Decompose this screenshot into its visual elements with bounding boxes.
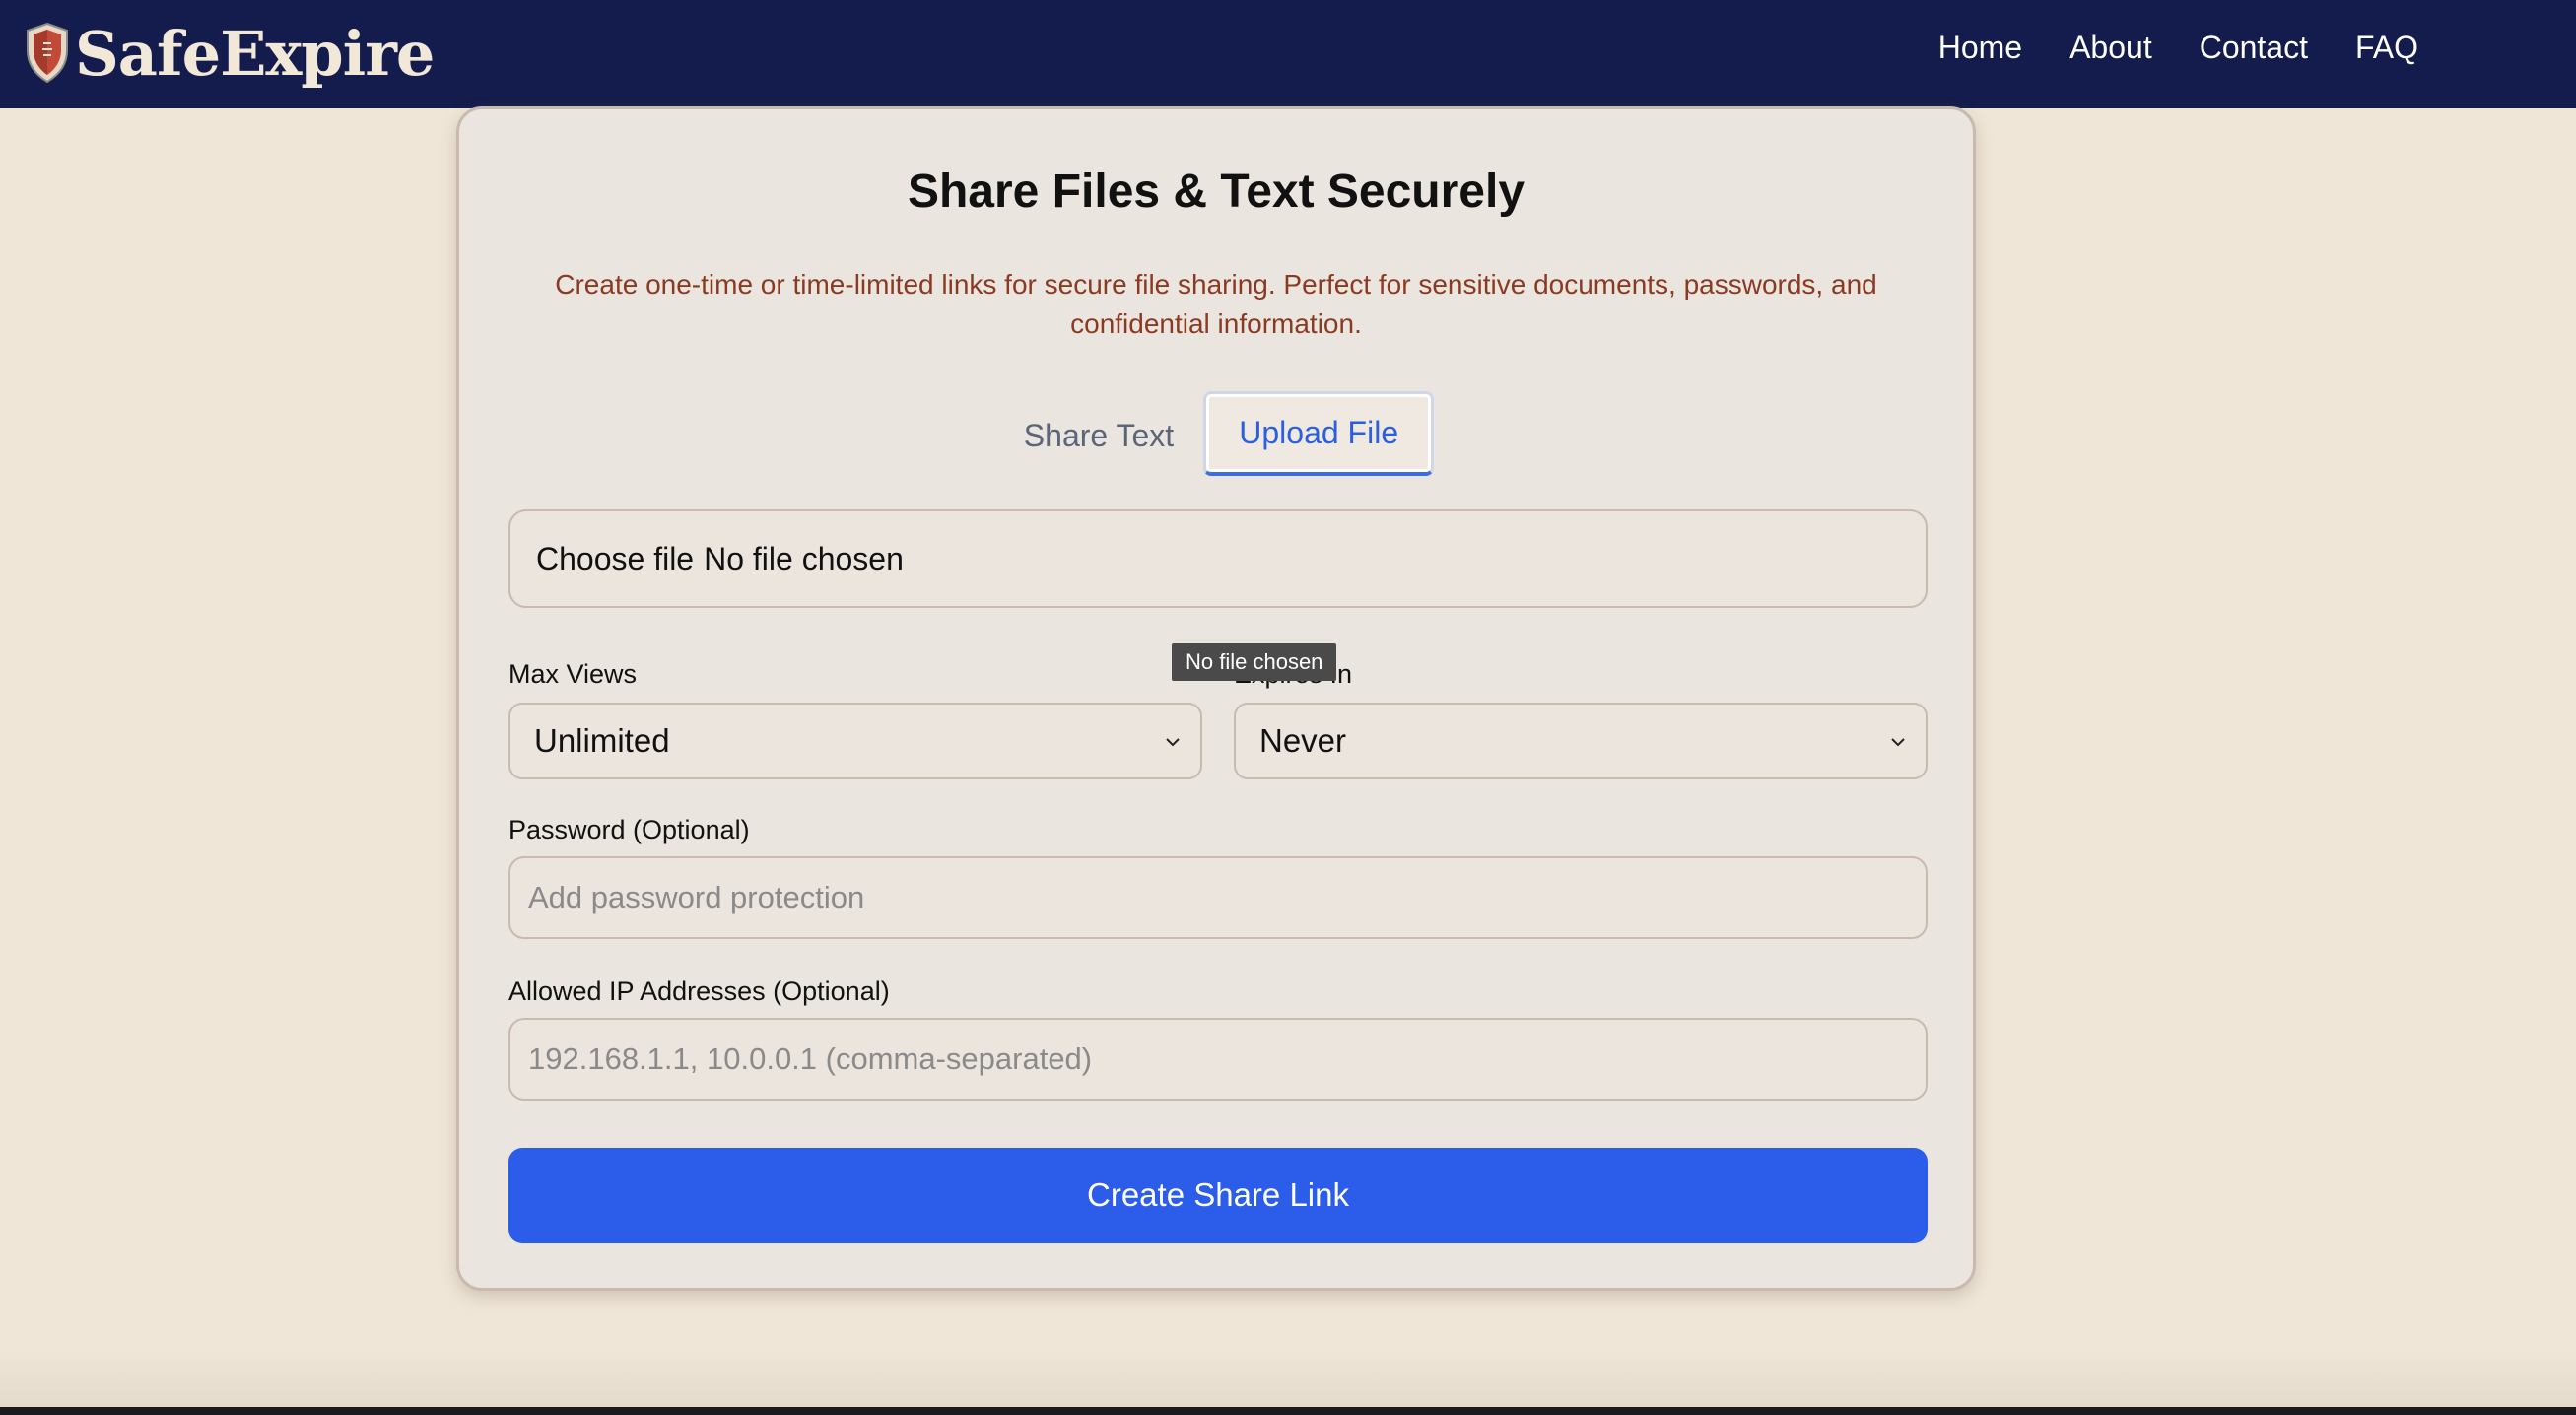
brand-name: SafeExpire bbox=[75, 17, 435, 90]
file-input[interactable]: Choose file No file chosen bbox=[508, 509, 1928, 608]
chevron-down-icon bbox=[1166, 738, 1180, 747]
card-title: Share Files & Text Securely bbox=[907, 166, 1525, 218]
max-views-label: Max Views bbox=[508, 659, 638, 689]
nav-link-contact[interactable]: Contact bbox=[2200, 30, 2308, 66]
nav-link-about[interactable]: About bbox=[2069, 30, 2152, 66]
password-label: Password (Optional) bbox=[508, 815, 750, 844]
max-views-value: Unlimited bbox=[534, 722, 670, 759]
file-tooltip: No file chosen bbox=[1172, 643, 1337, 681]
nav-links: Home About Contact FAQ bbox=[1938, 0, 2418, 95]
max-views-select[interactable]: Unlimited bbox=[508, 703, 1202, 779]
allowed-ips-input[interactable] bbox=[508, 1018, 1928, 1101]
bottom-shade bbox=[0, 1348, 2576, 1407]
expires-in-select[interactable]: Never bbox=[1234, 703, 1928, 779]
card-subtitle: Create one-time or time-limited links fo… bbox=[555, 269, 1877, 339]
chevron-down-icon bbox=[1891, 738, 1905, 747]
expires-in-value: Never bbox=[1259, 722, 1347, 759]
create-share-link-button[interactable]: Create Share Link bbox=[508, 1148, 1928, 1243]
share-card: Share Files & Text Securely Create one-t… bbox=[456, 106, 1976, 1291]
shield-icon bbox=[27, 22, 68, 84]
choose-file-button[interactable]: Choose file bbox=[536, 541, 694, 577]
file-status: No file chosen bbox=[704, 540, 904, 576]
tab-bar: Share Text Upload File bbox=[459, 389, 1973, 478]
navbar: SafeExpire Home About Contact FAQ bbox=[0, 0, 2576, 108]
nav-link-home[interactable]: Home bbox=[1938, 30, 2022, 66]
tab-share-text[interactable]: Share Text bbox=[998, 393, 1199, 478]
password-input[interactable] bbox=[508, 856, 1928, 939]
allowed-ips-label: Allowed IP Addresses (Optional) bbox=[508, 977, 890, 1006]
window-bottom-edge bbox=[0, 1407, 2576, 1415]
brand-logo-link[interactable]: SafeExpire bbox=[24, 10, 435, 97]
nav-link-faq[interactable]: FAQ bbox=[2355, 30, 2418, 66]
tab-upload-file[interactable]: Upload File bbox=[1203, 391, 1435, 476]
